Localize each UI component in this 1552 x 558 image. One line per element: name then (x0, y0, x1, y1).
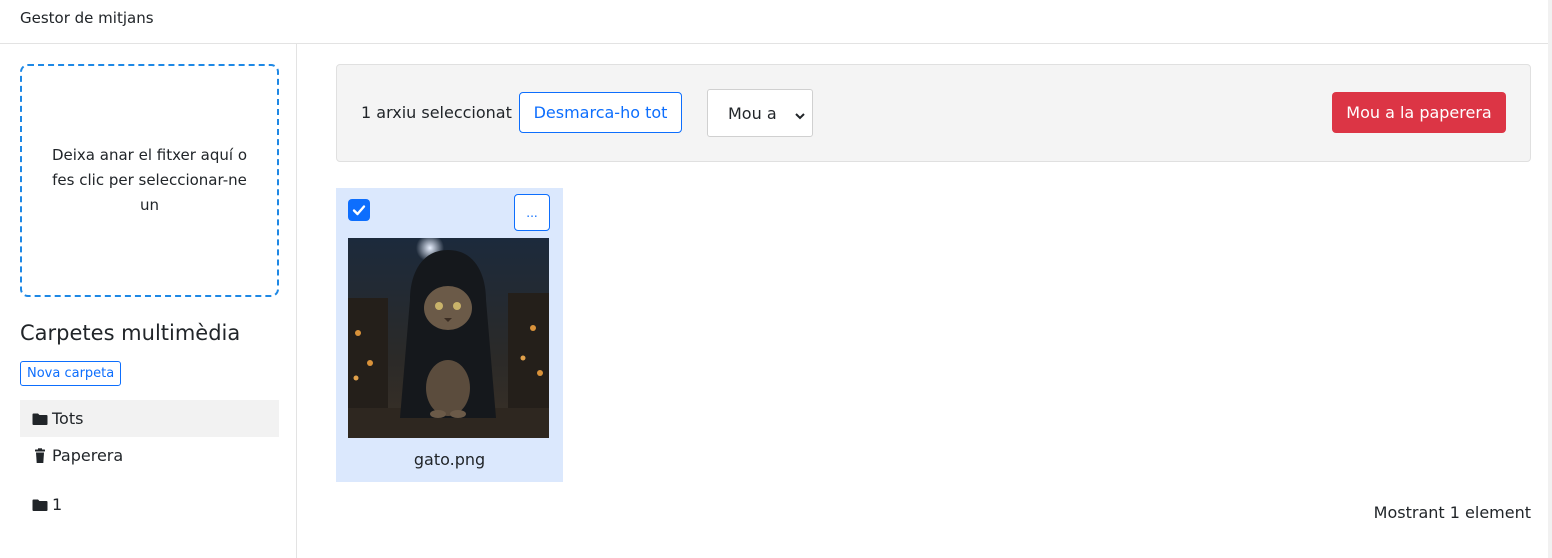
app-header: Gestor de mitjans (0, 0, 1548, 44)
window-scrollbar[interactable] (1548, 0, 1552, 558)
new-folder-button[interactable]: Nova carpeta (20, 361, 122, 386)
check-icon (352, 205, 366, 216)
app-title: Gestor de mitjans (20, 9, 154, 27)
file-select-checkbox[interactable] (348, 199, 370, 221)
sidebar-item-label: Paperera (52, 446, 124, 465)
sidebar-item-all[interactable]: Tots (20, 400, 279, 437)
file-thumbnail[interactable] (348, 238, 549, 438)
sidebar-item-label: Tots (52, 409, 84, 428)
folder-icon (32, 411, 48, 427)
upload-dropzone[interactable]: Deixa anar el fitxer aquí o fes clic per… (20, 64, 279, 297)
folders-title: Carpetes multimèdia (20, 321, 241, 345)
folder-icon (32, 497, 48, 513)
items-count: Mostrant 1 element (1373, 503, 1531, 522)
move-to-value: Mou a (728, 103, 777, 123)
chevron-down-icon (794, 107, 806, 120)
file-options-button[interactable]: ... (514, 194, 550, 231)
sidebar: Deixa anar el fitxer aquí o fes clic per… (0, 44, 297, 558)
deselect-all-button[interactable]: Desmarca-ho tot (519, 92, 682, 133)
main-content: 1 arxiu seleccionat Desmarca-ho tot Mou … (297, 44, 1548, 558)
selection-toolbar: 1 arxiu seleccionat Desmarca-ho tot Mou … (336, 64, 1531, 162)
file-name: gato.png (413, 450, 486, 469)
move-to-trash-button[interactable]: Mou a la paperera (1332, 92, 1506, 133)
dropzone-text: Deixa anar el fitxer aquí o fes clic per… (51, 146, 247, 214)
file-card[interactable]: ... gato.png (336, 188, 563, 482)
trash-icon (32, 447, 48, 464)
move-to-select[interactable]: Mou a (707, 89, 813, 137)
sidebar-item-folder-1[interactable]: 1 (20, 486, 279, 523)
sidebar-item-trash[interactable]: Paperera (20, 437, 279, 474)
sidebar-item-label: 1 (52, 495, 63, 514)
selection-count: 1 arxiu seleccionat (361, 103, 512, 122)
